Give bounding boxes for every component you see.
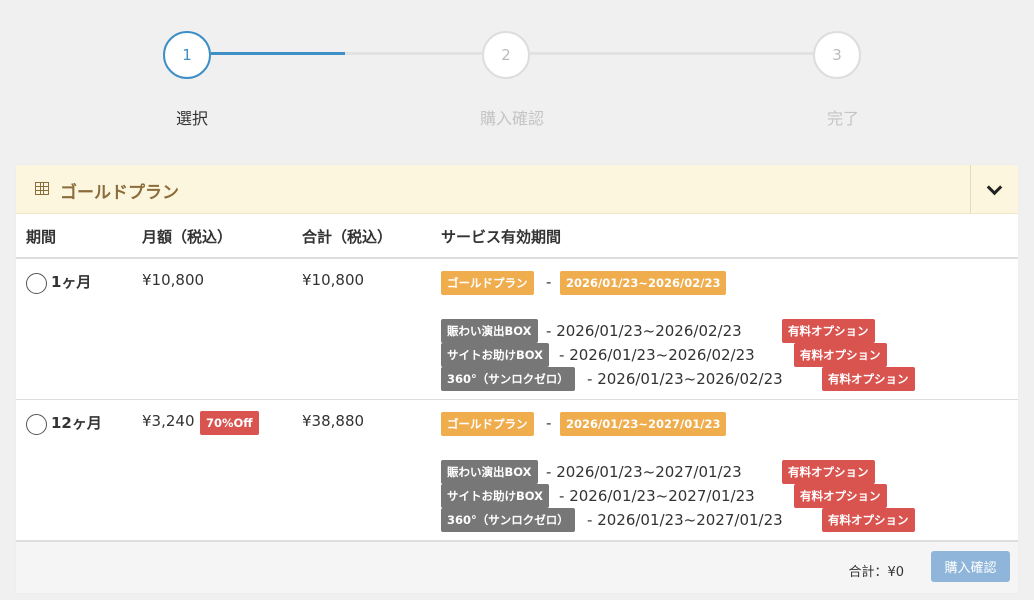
monthly-price: ¥3,240: [142, 412, 195, 430]
option-badge: 360°（サンロクゼロ）: [441, 367, 575, 391]
plan-dates-badge: 2026/01/23~2026/02/23: [560, 271, 727, 295]
plan-badge: ゴールドプラン: [441, 271, 534, 295]
paid-option-badge: 有料オプション: [794, 484, 887, 508]
step-1-label: 選択: [175, 109, 208, 128]
header-service-period: サービス有効期間: [441, 228, 562, 246]
option-dates: - 2026/01/23~2026/02/23: [559, 346, 755, 364]
step-2-label: 購入確認: [479, 109, 544, 128]
panel-title: ゴールドプラン: [60, 183, 179, 203]
step-connector: [530, 52, 813, 55]
option-dates: - 2026/01/23~2027/01/23: [546, 463, 742, 481]
monthly-price: ¥10,800: [142, 271, 205, 289]
plan-radio-1month[interactable]: [26, 273, 47, 294]
option-badge: 賑わい演出BOX: [441, 319, 538, 343]
option-dates: - 2026/01/23~2026/02/23: [546, 322, 742, 340]
table-header: 期間 月額（税込） 合計（税込） サービス有効期間: [16, 214, 1018, 259]
step-connector-progress: [211, 52, 345, 55]
option-badge: サイトお助けBOX: [441, 484, 549, 508]
chevron-down-icon: [986, 179, 1003, 195]
progress-stepper: 1 2 3 選択 購入確認 完了: [0, 0, 1034, 150]
step-1-circle: 1: [163, 31, 211, 79]
plan-radio-12months[interactable]: [26, 414, 47, 435]
option-dates: - 2026/01/23~2027/01/23: [559, 487, 755, 505]
option-dates-value: 2026/01/23~2027/01/23: [556, 463, 742, 481]
table-icon: [35, 182, 49, 195]
plan-badge: ゴールドプラン: [441, 412, 534, 436]
table-row: 1ヶ月 ¥10,800 ¥10,800 ゴールドプラン - 2026/01/23…: [16, 259, 1018, 400]
header-period: 期間: [26, 228, 57, 246]
option-badge: 360°（サンロクゼロ）: [441, 508, 575, 532]
option-dates: - 2026/01/23~2026/02/23: [587, 370, 783, 388]
dash: -: [546, 414, 552, 432]
option-dates-value: 2026/01/23~2026/02/23: [556, 322, 742, 340]
option-dates-value: 2026/01/23~2027/01/23: [597, 511, 783, 529]
table-row: 12ヶ月 ¥3,240 70%Off ¥38,880 ゴールドプラン - 202…: [16, 400, 1018, 541]
header-total: 合計（税込）: [302, 228, 393, 246]
paid-option-badge: 有料オプション: [822, 367, 915, 391]
step-3-circle: 3: [813, 31, 861, 79]
option-badge: サイトお助けBOX: [441, 343, 549, 367]
period-label: 1ヶ月: [51, 273, 92, 291]
option-badge: 賑わい演出BOX: [441, 460, 538, 484]
panel-footer: 合計：¥0 購入確認: [16, 541, 1018, 593]
plan-dates-badge: 2026/01/23~2027/01/23: [560, 412, 727, 436]
discount-badge: 70%Off: [200, 411, 259, 435]
paid-option-badge: 有料オプション: [822, 508, 915, 532]
option-dates-value: 2026/01/23~2026/02/23: [597, 370, 783, 388]
total-price: ¥10,800: [302, 271, 365, 289]
option-dates: - 2026/01/23~2027/01/23: [587, 511, 783, 529]
panel-header: ゴールドプラン: [16, 165, 1018, 214]
option-dates-value: 2026/01/23~2026/02/23: [569, 346, 755, 364]
paid-option-badge: 有料オプション: [782, 319, 875, 343]
step-3-label: 完了: [826, 109, 859, 128]
paid-option-badge: 有料オプション: [794, 343, 887, 367]
plan-panel: ゴールドプラン 期間 月額（税込） 合計（税込） サービス有効期間 1ヶ月 ¥1…: [15, 164, 1019, 594]
period-label: 12ヶ月: [51, 414, 102, 432]
option-dates-value: 2026/01/23~2027/01/23: [569, 487, 755, 505]
order-total: 合計：¥0: [848, 565, 904, 580]
step-connector: [345, 52, 482, 55]
paid-option-badge: 有料オプション: [782, 460, 875, 484]
dash: -: [546, 273, 552, 291]
header-monthly: 月額（税込）: [142, 228, 233, 246]
purchase-confirm-button[interactable]: 購入確認: [931, 551, 1010, 582]
collapse-button[interactable]: [970, 165, 1018, 214]
total-price: ¥38,880: [302, 412, 365, 430]
step-2-circle: 2: [482, 31, 530, 79]
